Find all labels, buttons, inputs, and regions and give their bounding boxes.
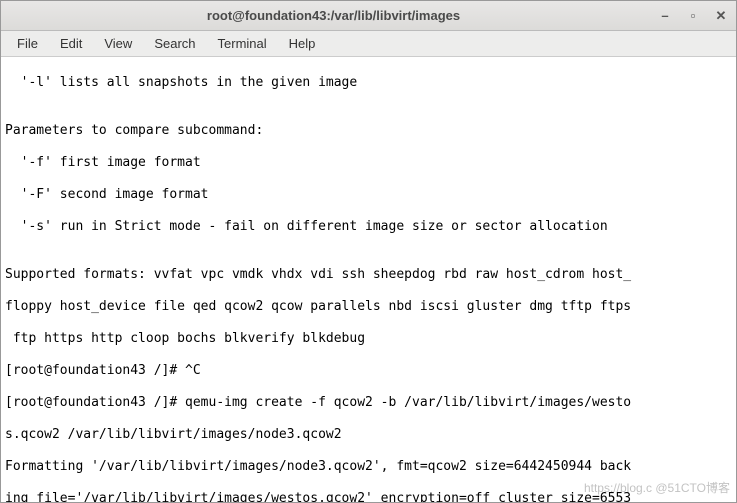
terminal-line: '-l' lists all snapshots in the given im…	[5, 75, 732, 91]
minimize-button[interactable]: –	[658, 9, 672, 23]
menubar: File Edit View Search Terminal Help	[1, 31, 736, 57]
terminal-line: '-s' run in Strict mode - fail on differ…	[5, 219, 732, 235]
terminal-output[interactable]: '-l' lists all snapshots in the given im…	[1, 57, 736, 502]
maximize-button[interactable]: ▫	[686, 9, 700, 23]
terminal-line: Formatting '/var/lib/libvirt/images/node…	[5, 459, 732, 475]
terminal-line: ftp https http cloop bochs blkverify blk…	[5, 331, 732, 347]
window-controls: – ▫ ✕	[658, 9, 728, 23]
terminal-line: [root@foundation43 /]# qemu-img create -…	[5, 395, 732, 411]
menu-help[interactable]: Help	[279, 33, 326, 54]
close-button[interactable]: ✕	[714, 9, 728, 23]
window-title: root@foundation43:/var/lib/libvirt/image…	[9, 8, 658, 23]
terminal-line: floppy host_device file qed qcow2 qcow p…	[5, 299, 732, 315]
menu-search[interactable]: Search	[144, 33, 205, 54]
titlebar: root@foundation43:/var/lib/libvirt/image…	[1, 1, 736, 31]
menu-view[interactable]: View	[94, 33, 142, 54]
terminal-line: '-F' second image format	[5, 187, 732, 203]
terminal-line: '-f' first image format	[5, 155, 732, 171]
menu-edit[interactable]: Edit	[50, 33, 92, 54]
menu-file[interactable]: File	[7, 33, 48, 54]
terminal-line: Supported formats: vvfat vpc vmdk vhdx v…	[5, 267, 732, 283]
terminal-line: s.qcow2 /var/lib/libvirt/images/node3.qc…	[5, 427, 732, 443]
terminal-line: Parameters to compare subcommand:	[5, 123, 732, 139]
menu-terminal[interactable]: Terminal	[208, 33, 277, 54]
terminal-line: [root@foundation43 /]# ^C	[5, 363, 732, 379]
watermark: https://blog.c @51CTO博客	[584, 480, 730, 496]
